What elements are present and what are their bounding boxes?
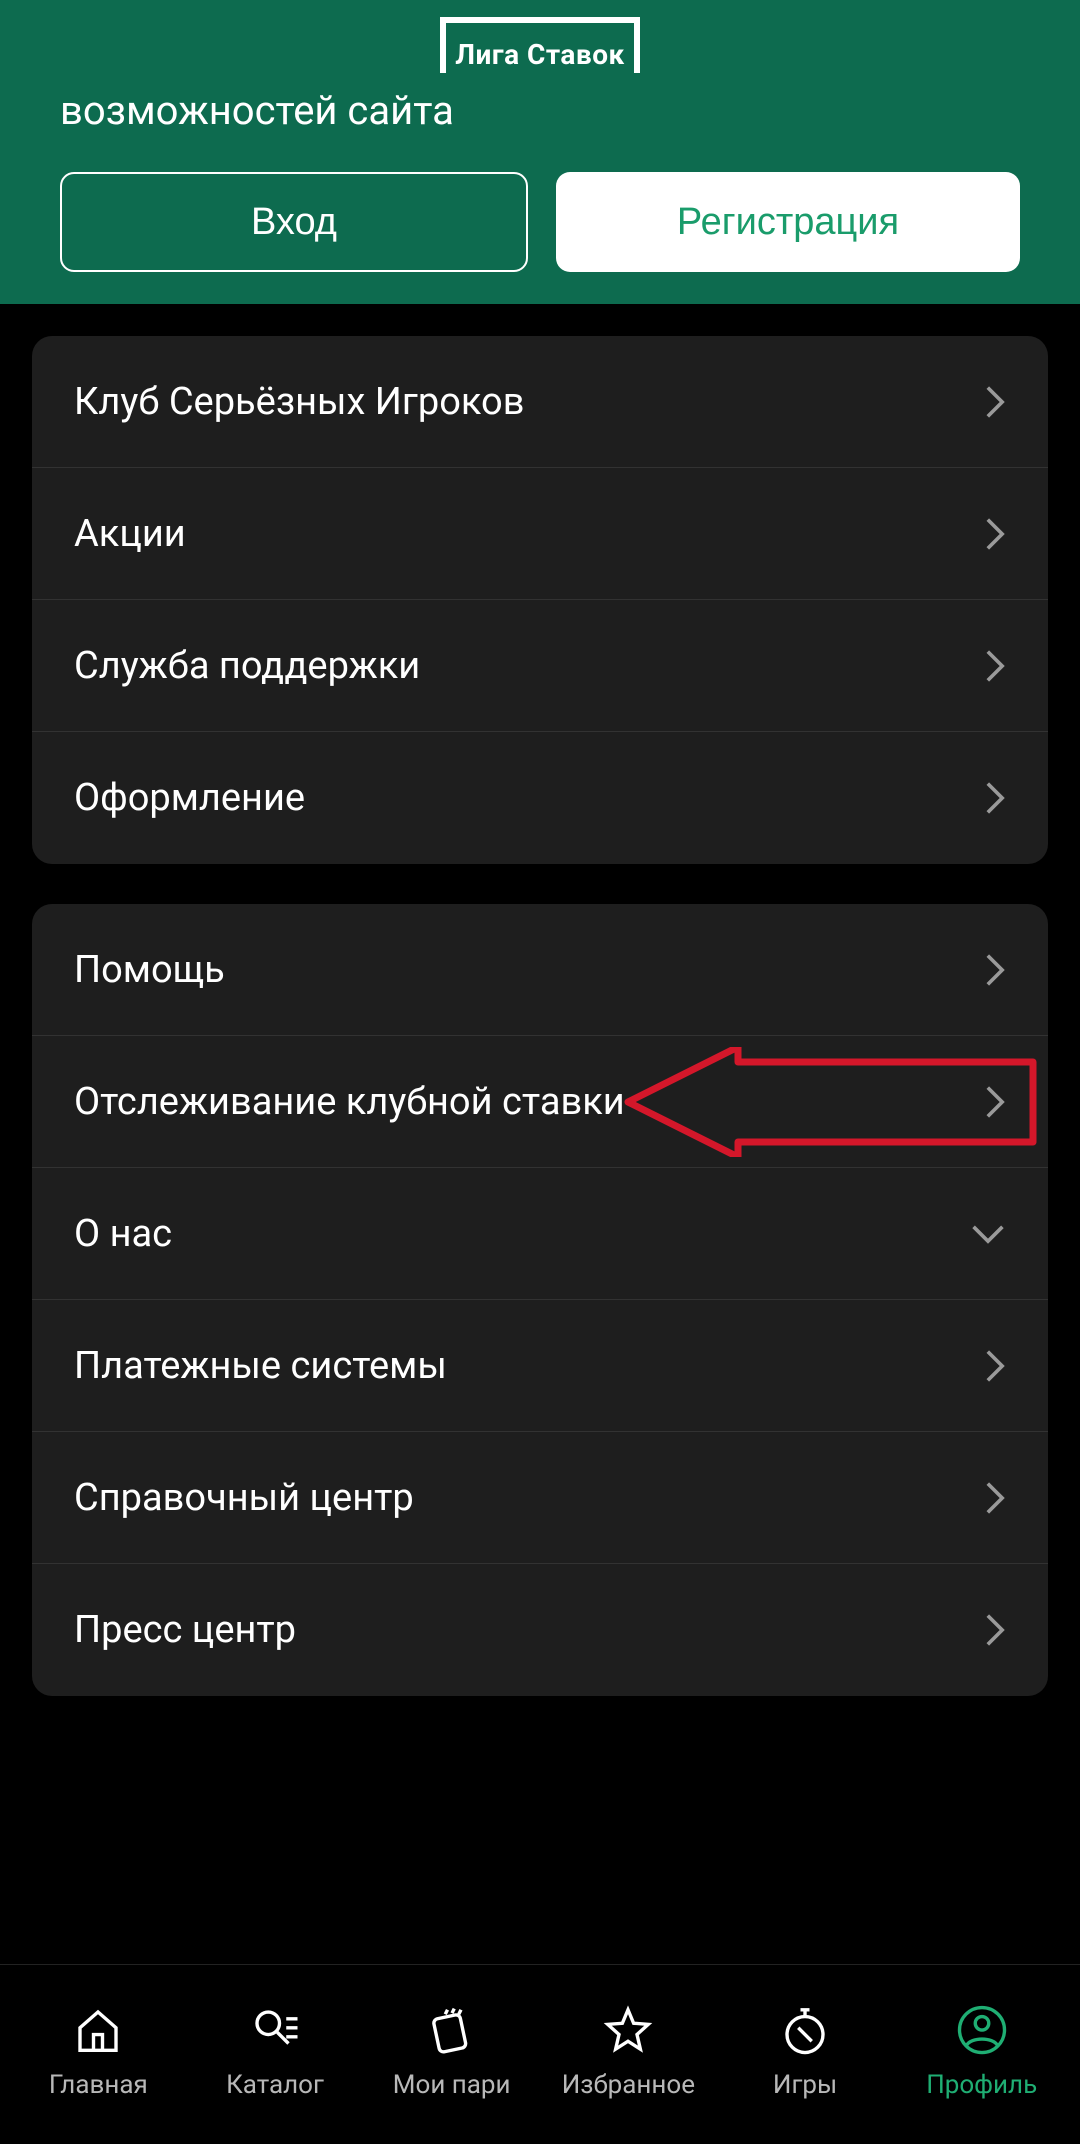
- menu-item-about[interactable]: О нас: [32, 1168, 1048, 1300]
- annotation-arrow-icon: [618, 1047, 1038, 1157]
- menu-card-2: Помощь Отслеживание клубной ставки О нас: [32, 904, 1048, 1696]
- chevron-right-icon: [984, 780, 1006, 816]
- chevron-right-icon: [984, 516, 1006, 552]
- tickets-icon: [422, 2000, 482, 2060]
- header-banner: Лига Ставок возможностей сайта Вход Реги…: [0, 0, 1080, 304]
- menu-item-track-bet[interactable]: Отслеживание клубной ставки: [32, 1036, 1048, 1168]
- nav-label: Каталог: [226, 2070, 324, 2100]
- nav-favorite[interactable]: Избранное: [540, 2000, 717, 2100]
- logo-text: Лига Ставок: [440, 17, 640, 73]
- menu-label: Помощь: [74, 948, 225, 992]
- menu-card-1: Клуб Серьёзных Игроков Акции Служба подд…: [32, 336, 1048, 864]
- register-button[interactable]: Регистрация: [556, 172, 1020, 272]
- menu-label: Справочный центр: [74, 1476, 414, 1520]
- menu-item-theme[interactable]: Оформление: [32, 732, 1048, 864]
- menu-item-payments[interactable]: Платежные системы: [32, 1300, 1048, 1432]
- star-icon: [598, 2000, 658, 2060]
- chevron-right-icon: [984, 1348, 1006, 1384]
- menu-label: Служба поддержки: [74, 644, 420, 688]
- menu-item-promos[interactable]: Акции: [32, 468, 1048, 600]
- menu-item-press[interactable]: Пресс центр: [32, 1564, 1048, 1696]
- catalog-icon: [245, 2000, 305, 2060]
- menu-label: Клуб Серьёзных Игроков: [74, 380, 524, 424]
- chevron-right-icon: [984, 1612, 1006, 1648]
- home-icon: [68, 2000, 128, 2060]
- menu-item-reference[interactable]: Справочный центр: [32, 1432, 1048, 1564]
- menu-label: Отслеживание клубной ставки: [74, 1080, 625, 1124]
- nav-label: Игры: [773, 2070, 837, 2100]
- nav-label: Главная: [49, 2070, 148, 2100]
- nav-label: Профиль: [926, 2070, 1037, 2100]
- menu-label: Оформление: [74, 776, 305, 820]
- chevron-right-icon: [984, 1480, 1006, 1516]
- chevron-right-icon: [984, 384, 1006, 420]
- menu-item-support[interactable]: Служба поддержки: [32, 600, 1048, 732]
- chevron-right-icon: [984, 648, 1006, 684]
- nav-catalog[interactable]: Каталог: [187, 2000, 364, 2100]
- bottom-nav: Главная Каталог Мои пари Избранное: [0, 1964, 1080, 2144]
- content-area: Клуб Серьёзных Игроков Акции Служба подд…: [0, 304, 1080, 1768]
- chevron-down-icon: [970, 1223, 1006, 1245]
- menu-label: Пресс центр: [74, 1608, 296, 1652]
- stopwatch-icon: [775, 2000, 835, 2060]
- nav-label: Избранное: [562, 2070, 695, 2100]
- menu-item-help[interactable]: Помощь: [32, 904, 1048, 1036]
- chevron-right-icon: [984, 1084, 1006, 1120]
- menu-item-club[interactable]: Клуб Серьёзных Игроков: [32, 336, 1048, 468]
- menu-label: Акции: [74, 512, 186, 556]
- nav-home[interactable]: Главная: [10, 2000, 187, 2100]
- app-logo: Лига Ставок: [440, 17, 640, 73]
- nav-profile[interactable]: Профиль: [893, 2000, 1070, 2100]
- nav-games[interactable]: Игры: [717, 2000, 894, 2100]
- nav-label: Мои пари: [393, 2070, 511, 2100]
- logo-bar: Лига Ставок: [0, 0, 1080, 90]
- login-button[interactable]: Вход: [60, 172, 528, 272]
- profile-icon: [952, 2000, 1012, 2060]
- nav-mybets[interactable]: Мои пари: [363, 2000, 540, 2100]
- menu-label: Платежные системы: [74, 1344, 447, 1388]
- menu-label: О нас: [74, 1212, 172, 1256]
- auth-buttons: Вход Регистрация: [0, 144, 1080, 272]
- chevron-right-icon: [984, 952, 1006, 988]
- banner-subtitle: возможностей сайта: [0, 84, 1080, 138]
